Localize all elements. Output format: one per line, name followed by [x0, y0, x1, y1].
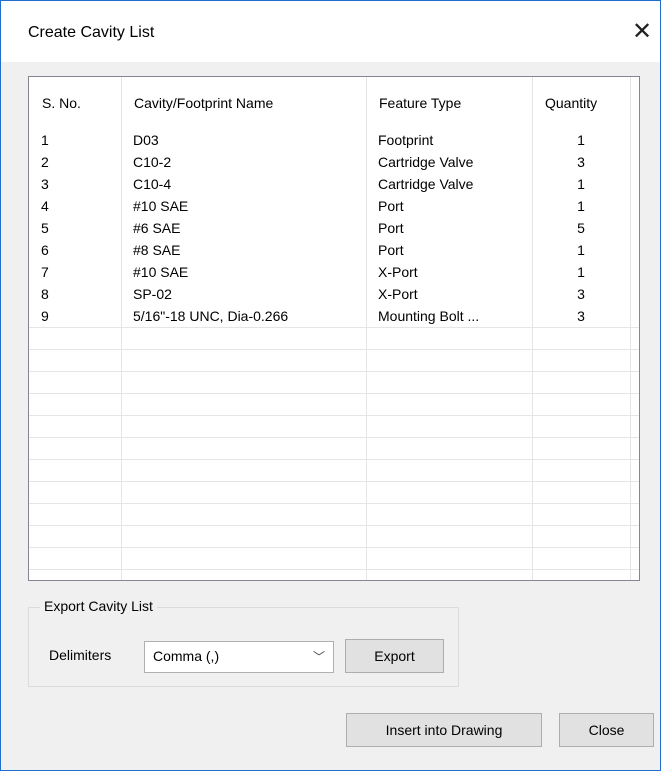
- cell-sno: 6: [41, 242, 49, 258]
- cell-sno: 4: [41, 198, 49, 214]
- close-button[interactable]: Close: [559, 713, 654, 747]
- cell-qty: 5: [577, 220, 585, 236]
- cell-type: Port: [378, 242, 404, 258]
- delimiters-label: Delimiters: [49, 647, 112, 663]
- cell-name: #6 SAE: [133, 220, 181, 236]
- close-icon[interactable]: ✕: [627, 17, 657, 47]
- column-header-sno[interactable]: S. No.: [29, 77, 121, 129]
- row-divider: [29, 525, 639, 526]
- cell-name: #10 SAE: [133, 264, 189, 280]
- cell-name: #8 SAE: [133, 242, 181, 258]
- dialog-title: Create Cavity List: [28, 24, 155, 41]
- cell-name: C10-4: [133, 176, 172, 192]
- row-divider: [29, 459, 639, 460]
- cell-sno: 7: [41, 264, 49, 280]
- title-bar: Create Cavity List ✕: [1, 1, 660, 62]
- cell-qty: 1: [577, 242, 585, 258]
- insert-into-drawing-button[interactable]: Insert into Drawing: [346, 713, 542, 747]
- cell-type: Footprint: [378, 132, 434, 148]
- row-divider: [29, 437, 639, 438]
- cell-sno: 3: [41, 176, 49, 192]
- delimiter-select[interactable]: Comma (,) ﹀: [144, 641, 334, 673]
- cell-name: D03: [133, 132, 159, 148]
- cell-sno: 1: [41, 132, 49, 148]
- column-divider: [366, 77, 367, 580]
- export-button[interactable]: Export: [345, 639, 444, 673]
- delimiter-selected-value: Comma (,): [153, 648, 220, 664]
- cell-type: Mounting Bolt ...: [378, 308, 480, 324]
- row-divider: [29, 327, 639, 328]
- cell-qty: 1: [577, 264, 585, 280]
- cell-qty: 3: [577, 286, 585, 302]
- column-header-name[interactable]: Cavity/Footprint Name: [121, 77, 375, 129]
- row-divider: [29, 349, 639, 350]
- cell-type: X-Port: [378, 286, 418, 302]
- row-divider: [29, 503, 639, 504]
- cell-qty: 1: [577, 176, 585, 192]
- row-divider: [29, 393, 639, 394]
- column-divider: [630, 77, 631, 580]
- column-header-quantity[interactable]: Quantity: [532, 77, 630, 129]
- column-header-feature-type[interactable]: Feature Type: [366, 77, 532, 129]
- create-cavity-list-dialog: Create Cavity List ✕ S. No. Cavity/Footp…: [0, 0, 661, 771]
- cell-type: Port: [378, 220, 404, 236]
- chevron-down-icon[interactable]: ﹀: [313, 648, 325, 665]
- cell-qty: 1: [577, 198, 585, 214]
- cell-name: #10 SAE: [133, 198, 189, 214]
- cell-name: SP-02: [133, 286, 172, 302]
- cavity-list-table[interactable]: S. No. Cavity/Footprint Name Feature Typ…: [28, 76, 640, 581]
- column-divider: [121, 77, 122, 580]
- row-divider: [29, 371, 639, 372]
- cell-qty: 3: [577, 154, 585, 170]
- row-divider: [29, 547, 639, 548]
- cell-type: Cartridge Valve: [378, 176, 474, 192]
- row-divider: [29, 415, 639, 416]
- cell-type: X-Port: [378, 264, 418, 280]
- cell-type: Port: [378, 198, 404, 214]
- cell-sno: 5: [41, 220, 49, 236]
- cell-qty: 3: [577, 308, 585, 324]
- row-divider: [29, 481, 639, 482]
- cell-name: 5/16"-18 UNC, Dia-0.266: [133, 308, 289, 324]
- export-group-label: Export Cavity List: [40, 598, 157, 614]
- cell-sno: 9: [41, 308, 49, 324]
- cell-type: Cartridge Valve: [378, 154, 474, 170]
- column-divider: [532, 77, 533, 580]
- cell-qty: 1: [577, 132, 585, 148]
- cell-name: C10-2: [133, 154, 172, 170]
- cell-sno: 2: [41, 154, 49, 170]
- row-divider: [29, 569, 639, 570]
- cell-sno: 8: [41, 286, 49, 302]
